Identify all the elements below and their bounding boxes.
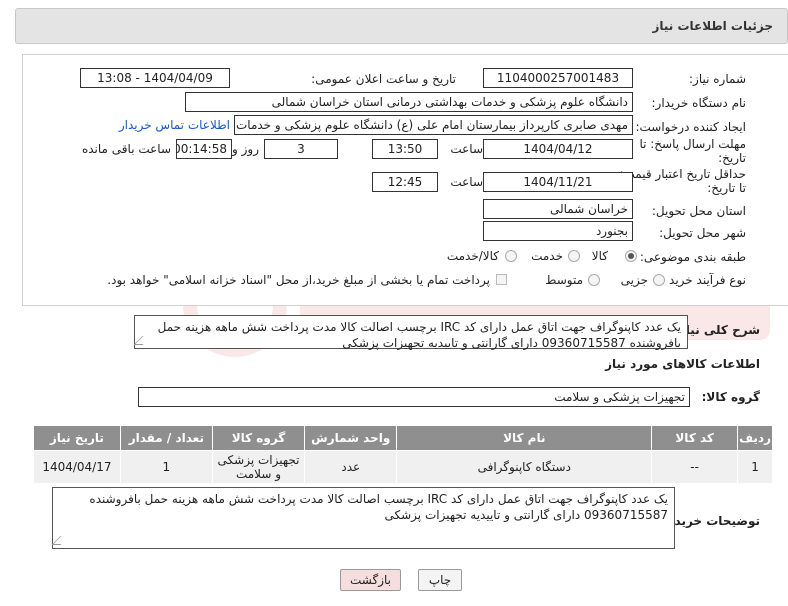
cell-name: دستگاه کاپنوگرافی [396,450,653,484]
col-need-date: تاریخ نیاز [33,425,121,451]
process-label: نوع فرآیند خرید : [661,273,746,287]
cell-need-date: 1404/04/17 [33,450,121,484]
min-price-label-2: تا تاریخ: [707,181,746,195]
page-header: جزئیات اطلاعات نیاز [15,8,788,44]
col-row: ردیف [737,425,773,451]
announce-date-field: 1404/04/09 - 13:08 [80,68,230,88]
col-name: نام کالا [396,425,653,451]
category-option-goods: کالا [591,249,608,263]
deadline-time-label: ساعت [450,142,483,156]
col-code: کد کالا [651,425,739,451]
process-option-medium: متوسط [545,273,583,287]
cell-group: تجهیزات پزشکی و سلامت [211,450,306,484]
goods-info-title: اطلاعات کالاهای مورد نیاز [605,357,760,371]
goods-group-field: تجهیزات پزشکی و سلامت [138,387,690,407]
category-radio-both[interactable] [505,250,517,262]
province-field: خراسان شمالی [483,199,633,219]
resize-handle[interactable] [133,336,152,345]
buyer-notes-field: یک عدد کاپنوگراف جهت اتاق عمل دارای کد I… [51,487,675,549]
cell-row: 1 [737,450,773,484]
table-header-row: ردیف کد کالا نام کالا واحد شمارش گروه کا… [33,425,773,451]
back-button[interactable]: بازگشت [340,569,401,591]
process-option-minor: جزیی [620,273,648,287]
table-row: 1 -- دستگاه کاپنوگرافی عدد تجهیزات پزشکی… [33,450,773,484]
creator-field: مهدی صابری کارپرداز بیمارستان امام علی (… [234,115,633,135]
page-title: جزئیات اطلاعات نیاز [652,19,773,33]
province-label: استان محل تحویل: [651,204,746,218]
category-option-both: کالا/خدمت [446,249,499,263]
print-button[interactable]: چاپ [418,569,462,591]
price-time-label: ساعت [450,175,483,189]
need-number-field: 1104000257001483 [483,68,633,88]
category-option-service: خدمت [531,249,563,263]
buyer-org-label: نام دستگاه خریدار: [651,96,747,110]
days-label: روز و [232,142,259,156]
contact-buyer-link[interactable]: اطلاعات تماس خریدار [119,118,230,132]
cell-quantity: 1 [119,450,213,484]
category-radio-service[interactable] [568,250,580,262]
cell-unit: عدد [304,450,398,484]
col-unit: واحد شمارش [304,425,398,451]
process-radio-minor[interactable] [653,274,665,286]
buyer-org-field: دانشگاه علوم پزشکی و خدمات بهداشتی درمان… [185,92,633,112]
buyer-notes-text: یک عدد کاپنوگراف جهت اتاق عمل دارای کد I… [89,492,668,522]
need-description-text: یک عدد کاپنوگراف جهت اتاق عمل دارای کد I… [157,320,681,350]
need-description-field: یک عدد کاپنوگراف جهت اتاق عمل دارای کد I… [133,315,688,350]
deadline-date-field: 1404/04/12 [483,139,633,159]
deadline-time-field: 13:50 [372,139,438,159]
remaining-label: ساعت باقی مانده [81,142,171,156]
remaining-time-field: 00:14:58 [176,139,232,159]
city-field: بجنورد [483,221,633,241]
need-number-label: شماره نیاز: [689,72,746,86]
goods-table: ردیف کد کالا نام کالا واحد شمارش گروه کا… [33,425,773,484]
price-date-field: 1404/11/21 [483,172,633,192]
min-price-label-1: حداقل تاریخ اعتبار قیمت: [619,167,746,181]
city-label: شهر محل تحویل: [659,226,746,240]
treasury-payment-note: پرداخت تمام یا بخشی از مبلغ خرید،از محل … [107,273,490,287]
deadline-label-1: مهلت ارسال پاسخ: تا [639,137,746,151]
days-field: 3 [264,139,338,159]
category-label: طبقه بندی موضوعی: [639,250,746,264]
announce-date-label: تاریخ و ساعت اعلان عمومی: [311,72,456,86]
resize-handle[interactable] [51,536,70,545]
price-time-field: 12:45 [372,172,438,192]
col-group: گروه کالا [211,425,306,451]
category-radio-goods[interactable] [625,250,637,262]
treasury-payment-checkbox[interactable] [496,274,507,285]
deadline-label-2: تاریخ: [718,151,746,165]
cell-code: -- [651,450,739,484]
goods-group-label: گروه کالا: [701,390,760,404]
process-radio-medium[interactable] [588,274,600,286]
creator-label: ایجاد کننده درخواست: [635,120,746,134]
col-quantity: تعداد / مقدار [119,425,213,451]
